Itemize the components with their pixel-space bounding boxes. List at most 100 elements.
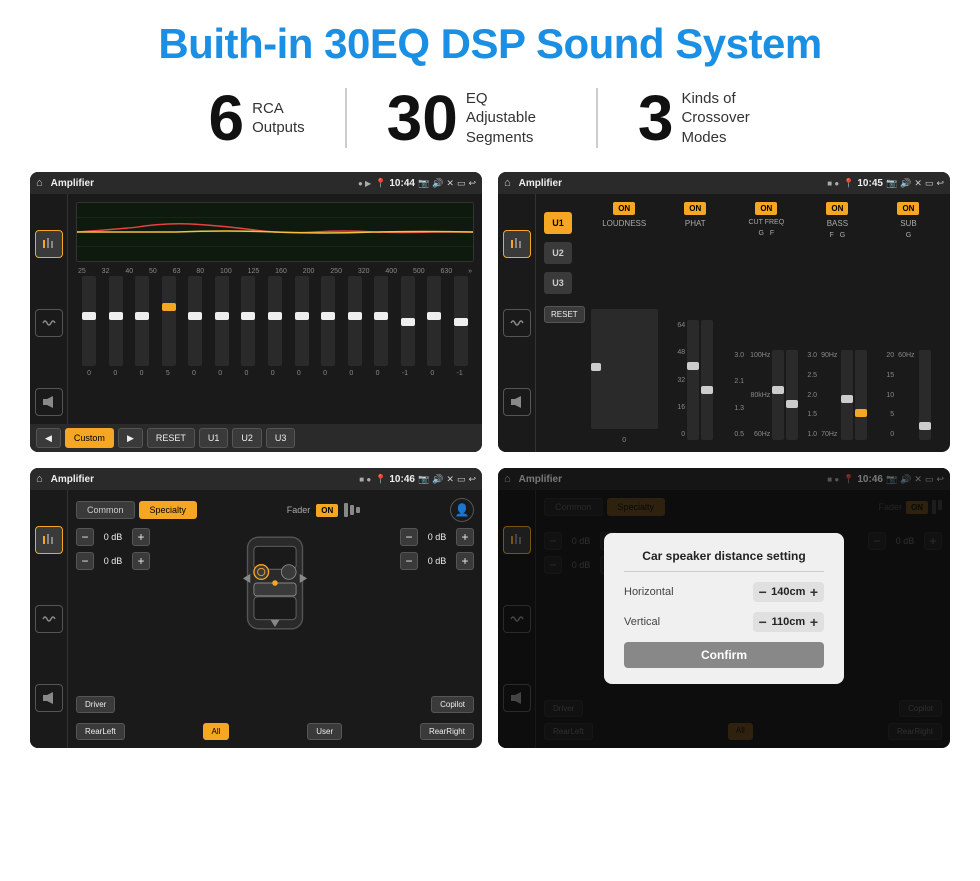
u1-button[interactable]: U1	[544, 212, 572, 234]
rearleft-btn[interactable]: RearLeft	[76, 723, 125, 740]
person-icon[interactable]: 👤	[450, 498, 474, 522]
cutfreq-on[interactable]: ON	[755, 202, 777, 215]
custom-btn[interactable]: Custom	[65, 428, 114, 448]
speaker-icon-3[interactable]	[35, 684, 63, 712]
eq-icon[interactable]	[35, 230, 63, 258]
db4-plus[interactable]: +	[456, 552, 474, 570]
copilot-btn[interactable]: Copilot	[431, 696, 474, 713]
screen1-eq-content: 25 32 40 50 63 80 100 125 160 200 250 32…	[68, 194, 482, 452]
horizontal-minus[interactable]: −	[759, 585, 767, 599]
slider-2[interactable]	[109, 276, 123, 366]
db2-plus[interactable]: +	[132, 552, 150, 570]
db1-plus[interactable]: +	[132, 528, 150, 546]
ch-phat: ON PHAT 644832160	[662, 202, 729, 444]
val-8: 0	[271, 370, 275, 377]
u1-btn[interactable]: U1	[199, 428, 229, 448]
u2-button[interactable]: U2	[544, 242, 572, 264]
minimize-icon-3: ▭	[457, 474, 466, 485]
slider-4[interactable]	[162, 276, 176, 366]
u3-button[interactable]: U3	[544, 272, 572, 294]
screen3-specialty: ⌂ Amplifier ■ ● 📍 10:46 📷 🔊 ✕ ▭ ↩	[30, 468, 482, 748]
fader-row: Fader ON	[287, 503, 361, 517]
slider-14[interactable]	[427, 276, 441, 366]
back-icon[interactable]: ↩	[468, 178, 476, 189]
freq-200: 200	[303, 268, 315, 275]
screen2-reset[interactable]: RESET	[544, 306, 585, 323]
slider-8[interactable]	[268, 276, 282, 366]
slider-5[interactable]	[188, 276, 202, 366]
eq-icon-2[interactable]	[503, 230, 531, 258]
back-icon-3[interactable]: ↩	[468, 474, 476, 485]
db1-minus[interactable]: −	[76, 528, 94, 546]
prev-btn[interactable]: ◀	[36, 428, 61, 448]
screen3-statusbar: ⌂ Amplifier ■ ● 📍 10:46 📷 🔊 ✕ ▭ ↩	[30, 468, 482, 490]
vertical-minus[interactable]: −	[759, 615, 767, 629]
slider-12[interactable]	[374, 276, 388, 366]
play-btn[interactable]: ▶	[118, 428, 143, 448]
slider-13[interactable]	[401, 276, 415, 366]
freq-80: 80	[196, 268, 204, 275]
ch-sub: ON SUB G 20151050 60Hz	[875, 202, 942, 444]
db3-val: 0 dB	[422, 532, 452, 542]
freq-250: 250	[330, 268, 342, 275]
db2-minus[interactable]: −	[76, 552, 94, 570]
tab-specialty[interactable]: Specialty	[139, 501, 198, 519]
phat-on[interactable]: ON	[684, 202, 706, 215]
horizontal-plus[interactable]: +	[810, 585, 818, 599]
rearright-btn[interactable]: RearRight	[420, 723, 474, 740]
dot-icon: ● ▶	[358, 179, 371, 188]
freq-500: 500	[413, 268, 425, 275]
db4-val: 0 dB	[422, 556, 452, 566]
freq-125: 125	[248, 268, 260, 275]
sub-label: SUB	[900, 219, 916, 228]
screen3-tabs: Common Specialty	[76, 501, 197, 519]
sub-on[interactable]: ON	[897, 202, 919, 215]
stat-crossover-text: Kinds ofCrossover Modes	[681, 89, 771, 148]
slider-3[interactable]	[135, 276, 149, 366]
wave-icon[interactable]	[35, 309, 63, 337]
fader-on[interactable]: ON	[316, 504, 338, 517]
speaker-icon[interactable]	[35, 388, 63, 416]
slider-6[interactable]	[215, 276, 229, 366]
dialog-overlay: Car speaker distance setting Horizontal …	[498, 468, 950, 748]
freq-32: 32	[102, 268, 110, 275]
wave-icon-3[interactable]	[35, 605, 63, 633]
user-btn[interactable]: User	[307, 723, 342, 740]
driver-btn[interactable]: Driver	[76, 696, 115, 713]
db-row-3: − 0 dB +	[400, 528, 474, 546]
eq-icon-3[interactable]	[35, 526, 63, 554]
db3-plus[interactable]: +	[456, 528, 474, 546]
ch-loudness: ON LOUDNESS 0	[591, 202, 658, 444]
slider-7[interactable]	[241, 276, 255, 366]
stat-eq-number: 30	[387, 86, 458, 150]
speaker-icon-2[interactable]	[503, 388, 531, 416]
val-4: 5	[166, 370, 170, 377]
all-btn[interactable]: All	[203, 723, 230, 740]
slider-11[interactable]	[348, 276, 362, 366]
confirm-button[interactable]: Confirm	[624, 642, 824, 668]
db3-minus[interactable]: −	[400, 528, 418, 546]
tab-common[interactable]: Common	[76, 501, 135, 519]
back-icon-2[interactable]: ↩	[936, 178, 944, 189]
stat-crossover-number: 3	[638, 86, 674, 150]
home-icon-3[interactable]: ⌂	[36, 473, 43, 485]
home-icon-2[interactable]: ⌂	[504, 177, 511, 189]
wave-icon-2[interactable]	[503, 309, 531, 337]
slider-9[interactable]	[295, 276, 309, 366]
screen2-title: Amplifier	[519, 178, 824, 189]
slider-1[interactable]	[82, 276, 96, 366]
page-wrapper: Buith-in 30EQ DSP Sound System 6 RCAOutp…	[0, 0, 980, 768]
slider-10[interactable]	[321, 276, 335, 366]
slider-15[interactable]	[454, 276, 468, 366]
u3-btn[interactable]: U3	[266, 428, 296, 448]
home-icon[interactable]: ⌂	[36, 177, 43, 189]
phat-label: PHAT	[685, 219, 706, 228]
reset-btn[interactable]: RESET	[147, 428, 195, 448]
loudness-on[interactable]: ON	[613, 202, 635, 215]
bottom-labels-2: RearLeft All User RearRight	[76, 723, 474, 740]
u2-btn[interactable]: U2	[232, 428, 262, 448]
vertical-plus[interactable]: +	[810, 615, 818, 629]
horizontal-value: 140cm	[771, 586, 806, 598]
db4-minus[interactable]: −	[400, 552, 418, 570]
bass-on[interactable]: ON	[826, 202, 848, 215]
